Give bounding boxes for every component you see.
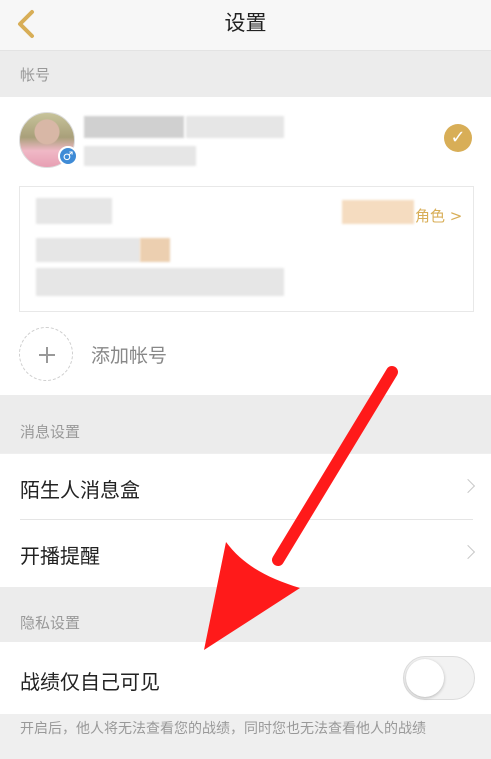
role-link[interactable]: 角色 > — [415, 205, 462, 226]
row-label: 开播提醒 — [20, 544, 100, 568]
username-redacted — [84, 116, 184, 138]
stranger-message-box-row[interactable]: 陌生人消息盒 — [0, 454, 491, 520]
card-text-redacted-1 — [36, 198, 112, 224]
male-icon: ♂ — [58, 146, 78, 166]
add-account-label[interactable]: 添加帐号 — [91, 341, 167, 368]
card-text-redacted-4 — [140, 238, 170, 262]
top-bar: 设置 — [0, 0, 491, 51]
add-account-icon[interactable] — [19, 327, 73, 381]
privacy-note: 开启后，他人将无法查看您的战绩，同时您也无法查看他人的战绩 — [20, 721, 426, 737]
toggle-knob — [406, 659, 444, 697]
section-header-messages: 消息设置 — [0, 395, 491, 453]
live-reminder-row[interactable]: 开播提醒 — [0, 520, 491, 587]
row-label: 战绩仅自己可见 — [20, 670, 160, 694]
section-header-account: 帐号 — [0, 51, 491, 97]
chevron-right-icon — [460, 478, 476, 494]
username-redacted-2 — [186, 116, 284, 138]
checkmark-icon: ✓ — [444, 124, 472, 152]
card-text-redacted-5 — [36, 268, 284, 296]
row-label: 陌生人消息盒 — [20, 478, 140, 502]
page-title: 设置 — [224, 11, 267, 35]
record-visibility-toggle[interactable] — [403, 656, 475, 700]
user-id-redacted — [84, 146, 196, 166]
card-text-redacted-2 — [342, 200, 414, 224]
card-text-redacted-3 — [36, 238, 140, 262]
section-header-privacy: 隐私设置 — [0, 587, 491, 642]
chevron-right-icon — [460, 544, 476, 560]
